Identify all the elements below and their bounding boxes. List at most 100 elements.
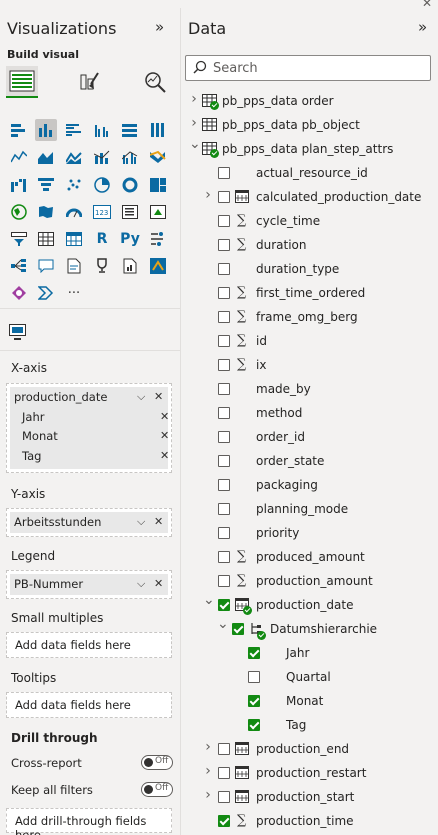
remove-subfield-icon[interactable]: ✕ bbox=[160, 449, 169, 462]
remove-subfield-icon[interactable]: ✕ bbox=[160, 410, 169, 423]
hierarchy-level-checkbox[interactable] bbox=[248, 695, 260, 707]
chevron-right-icon[interactable]: › bbox=[203, 764, 213, 778]
funnel-chart-icon[interactable] bbox=[35, 174, 57, 196]
field-checkbox[interactable] bbox=[218, 191, 230, 203]
keep-all-filters-toggle[interactable]: Off bbox=[141, 782, 173, 797]
line-and-clustered-column-icon[interactable] bbox=[119, 146, 141, 168]
legend-field[interactable]: PB-Nummer ⌵ ✕ bbox=[10, 574, 168, 595]
chevron-right-icon[interactable]: › bbox=[203, 188, 213, 202]
cross-report-toggle[interactable]: Off bbox=[141, 755, 173, 770]
field-row[interactable]: › calculated_production_date bbox=[182, 186, 438, 210]
field-checkbox[interactable] bbox=[218, 791, 230, 803]
treemap-icon[interactable] bbox=[147, 174, 169, 196]
power-automate-icon[interactable] bbox=[35, 282, 57, 304]
field-row[interactable]: made_by bbox=[182, 378, 438, 402]
field-checkbox[interactable] bbox=[218, 743, 230, 755]
field-checkbox[interactable] bbox=[218, 527, 230, 539]
field-row[interactable]: order_id bbox=[182, 426, 438, 450]
pie-chart-icon[interactable] bbox=[91, 174, 113, 196]
stacked-column-chart-icon[interactable] bbox=[35, 119, 57, 141]
hierarchy-level-row[interactable]: Quartal bbox=[182, 666, 438, 690]
x-axis-field[interactable]: production_date ⌵ ✕ Jahr ✕ Monat ✕ Tag ✕ bbox=[10, 387, 169, 469]
field-checkbox[interactable] bbox=[218, 431, 230, 443]
remove-subfield-icon[interactable]: ✕ bbox=[160, 429, 169, 442]
line-chart-icon[interactable] bbox=[8, 146, 30, 168]
field-checkbox[interactable] bbox=[218, 503, 230, 515]
hierarchy-level-row[interactable]: Monat bbox=[182, 690, 438, 714]
remove-field-icon[interactable]: ✕ bbox=[154, 390, 163, 403]
chevron-down-icon[interactable]: ⌄ bbox=[203, 593, 215, 607]
field-checkbox[interactable] bbox=[218, 767, 230, 779]
qna-icon[interactable] bbox=[35, 255, 57, 277]
field-checkbox[interactable] bbox=[218, 815, 230, 827]
scatter-chart-icon[interactable] bbox=[63, 174, 85, 196]
field-row[interactable]: ∑ cycle_time bbox=[182, 210, 438, 234]
field-row[interactable]: ⌄ production_date bbox=[182, 593, 438, 618]
field-row[interactable]: ∑ frame_omg_berg bbox=[182, 306, 438, 330]
field-checkbox[interactable] bbox=[218, 335, 230, 347]
field-row[interactable]: ∑ id bbox=[182, 330, 438, 354]
field-checkbox[interactable] bbox=[218, 287, 230, 299]
y-axis-well[interactable]: Arbeitsstunden ⌵ ✕ bbox=[6, 508, 172, 537]
100-stacked-bar-icon[interactable] bbox=[119, 119, 141, 141]
field-checkbox[interactable] bbox=[218, 167, 230, 179]
r-script-visual-icon[interactable]: R bbox=[91, 228, 113, 250]
hierarchy-level-row[interactable]: Tag bbox=[182, 714, 438, 738]
field-row[interactable]: actual_resource_id bbox=[182, 162, 438, 186]
field-row[interactable]: priority bbox=[182, 522, 438, 546]
field-checkbox[interactable] bbox=[218, 383, 230, 395]
area-chart-icon[interactable] bbox=[35, 146, 57, 168]
filled-map-icon[interactable] bbox=[35, 201, 57, 223]
gauge-icon[interactable] bbox=[63, 201, 85, 223]
100-stacked-column-icon[interactable] bbox=[147, 119, 169, 141]
field-checkbox[interactable] bbox=[218, 551, 230, 563]
map-icon[interactable] bbox=[8, 201, 30, 223]
hierarchy-level-checkbox[interactable] bbox=[248, 671, 260, 683]
chevron-right-icon[interactable]: › bbox=[189, 92, 199, 106]
chevron-down-icon[interactable]: ⌵ bbox=[137, 515, 145, 529]
search-input[interactable] bbox=[213, 59, 413, 77]
power-apps-icon[interactable] bbox=[8, 282, 30, 304]
table-row[interactable]: › pb_pps_data order bbox=[182, 90, 438, 114]
field-row[interactable]: duration_type bbox=[182, 258, 438, 282]
custom-visual-icon[interactable] bbox=[9, 324, 27, 343]
chevron-down-icon[interactable]: ⌄ bbox=[189, 137, 201, 151]
stacked-bar-chart-icon[interactable] bbox=[8, 119, 30, 141]
table-visual-icon[interactable] bbox=[35, 228, 57, 250]
y-axis-field[interactable]: Arbeitsstunden ⌵ ✕ bbox=[10, 512, 168, 533]
analytics-tab[interactable] bbox=[139, 66, 171, 98]
clustered-bar-chart-icon[interactable] bbox=[63, 119, 85, 141]
hierarchy-level-checkbox[interactable] bbox=[248, 647, 260, 659]
smart-narrative-icon[interactable] bbox=[63, 255, 85, 277]
hierarchy-row[interactable]: ⌄ Datumshierarchie bbox=[182, 617, 438, 642]
remove-field-icon[interactable]: ✕ bbox=[154, 515, 163, 528]
field-row[interactable]: ∑ production_time bbox=[182, 810, 438, 834]
table-row[interactable]: › pb_pps_data pb_object bbox=[182, 114, 438, 138]
stacked-area-chart-icon[interactable] bbox=[63, 146, 85, 168]
chevron-down-icon[interactable]: ⌵ bbox=[137, 577, 145, 591]
chevron-down-icon[interactable]: ⌵ bbox=[137, 390, 145, 404]
field-checkbox[interactable] bbox=[218, 311, 230, 323]
collapse-visualizations-icon[interactable]: » bbox=[155, 18, 164, 36]
decomposition-tree-icon[interactable] bbox=[8, 255, 30, 277]
field-row[interactable]: ∑ ix bbox=[182, 354, 438, 378]
field-checkbox[interactable] bbox=[218, 575, 230, 587]
field-row[interactable]: packaging bbox=[182, 474, 438, 498]
field-row[interactable]: planning_mode bbox=[182, 498, 438, 522]
waterfall-chart-icon[interactable] bbox=[8, 174, 30, 196]
chevron-right-icon[interactable]: › bbox=[203, 788, 213, 802]
kpi-icon[interactable] bbox=[147, 201, 169, 223]
tooltips-well[interactable]: Add data fields here bbox=[6, 692, 172, 718]
card-icon[interactable]: 123 bbox=[91, 201, 113, 223]
ribbon-chart-icon[interactable] bbox=[147, 146, 169, 168]
key-influencers-icon[interactable] bbox=[147, 228, 169, 250]
field-checkbox[interactable] bbox=[218, 599, 230, 611]
azure-map-icon[interactable] bbox=[147, 255, 169, 277]
field-checkbox[interactable] bbox=[218, 239, 230, 251]
table-row[interactable]: ⌄ pb_pps_data plan_step_attrs bbox=[182, 137, 438, 162]
field-row[interactable]: › production_end bbox=[182, 738, 438, 762]
clustered-column-chart-icon[interactable] bbox=[91, 119, 113, 141]
remove-field-icon[interactable]: ✕ bbox=[154, 577, 163, 590]
slicer-icon[interactable] bbox=[8, 228, 30, 250]
field-row[interactable]: › production_start bbox=[182, 786, 438, 810]
